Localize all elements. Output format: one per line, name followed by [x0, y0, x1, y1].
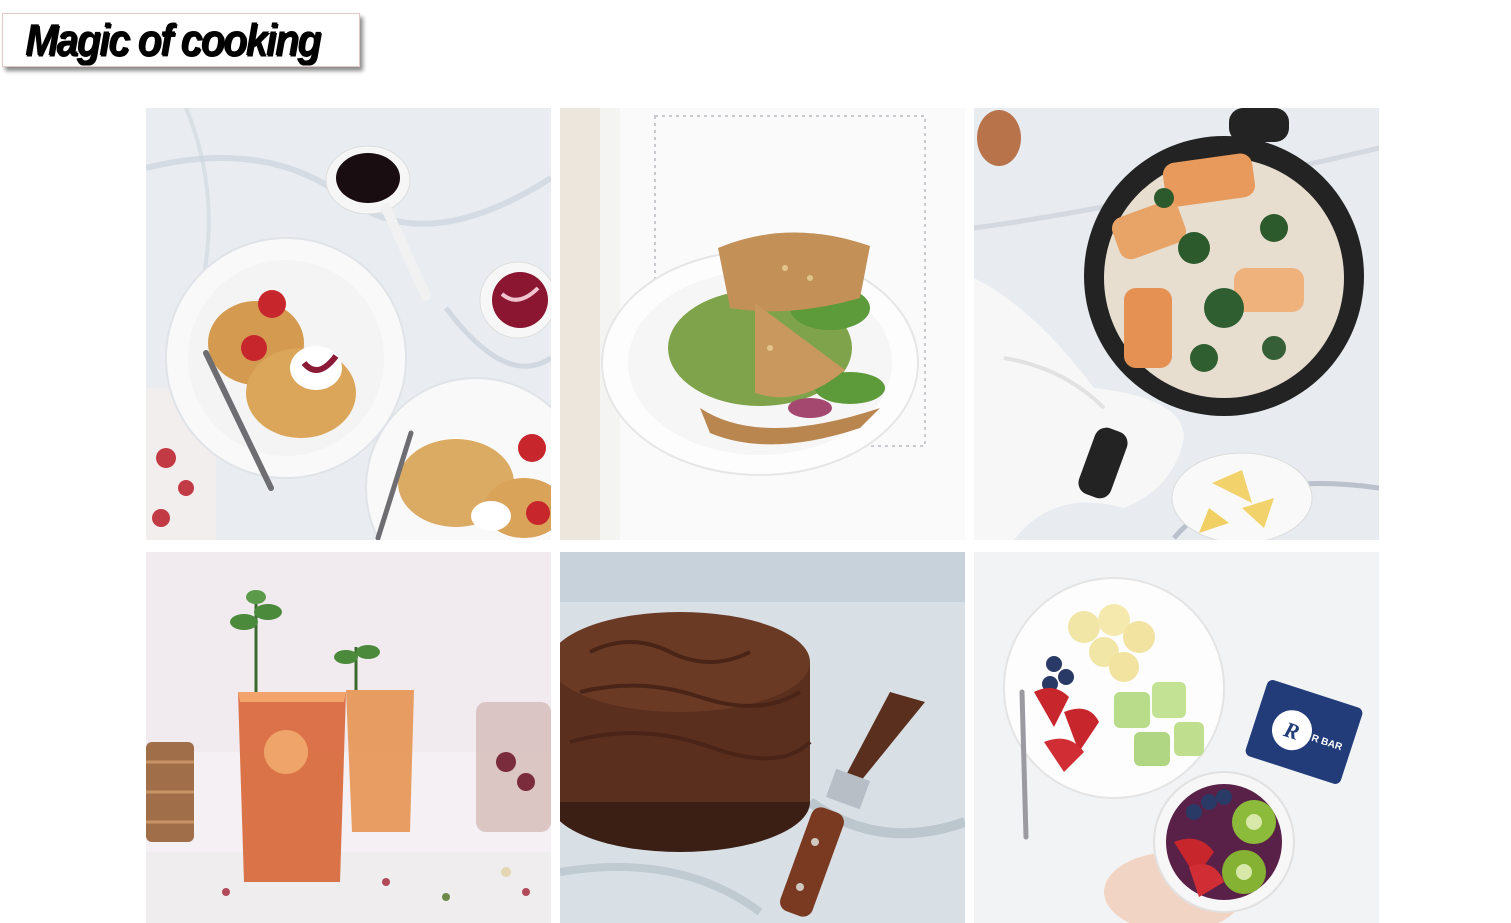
site-logo[interactable]: Magic of cooking [2, 13, 360, 67]
pancakes-photo [146, 108, 551, 540]
gallery-item-salmon[interactable] [974, 108, 1379, 540]
gallery-item-fruit-bowl[interactable]: R R BAR [974, 552, 1379, 923]
salmon-photo [974, 108, 1379, 540]
gallery-item-chocolate-cake[interactable] [560, 552, 965, 923]
drinks-photo [146, 552, 551, 923]
gallery-item-drinks[interactable] [146, 552, 551, 923]
gallery-item-crepe[interactable] [560, 108, 965, 540]
page: Magic of cooking R R BAR [0, 0, 1511, 923]
crepe-photo [560, 108, 965, 540]
photo-gallery: R R BAR [146, 108, 1379, 923]
gallery-item-pancakes[interactable] [146, 108, 551, 540]
logo-text: Magic of cooking [25, 16, 322, 66]
fruit-bowl-photo: R R BAR [974, 552, 1379, 923]
chocolate-cake-photo [560, 552, 965, 923]
